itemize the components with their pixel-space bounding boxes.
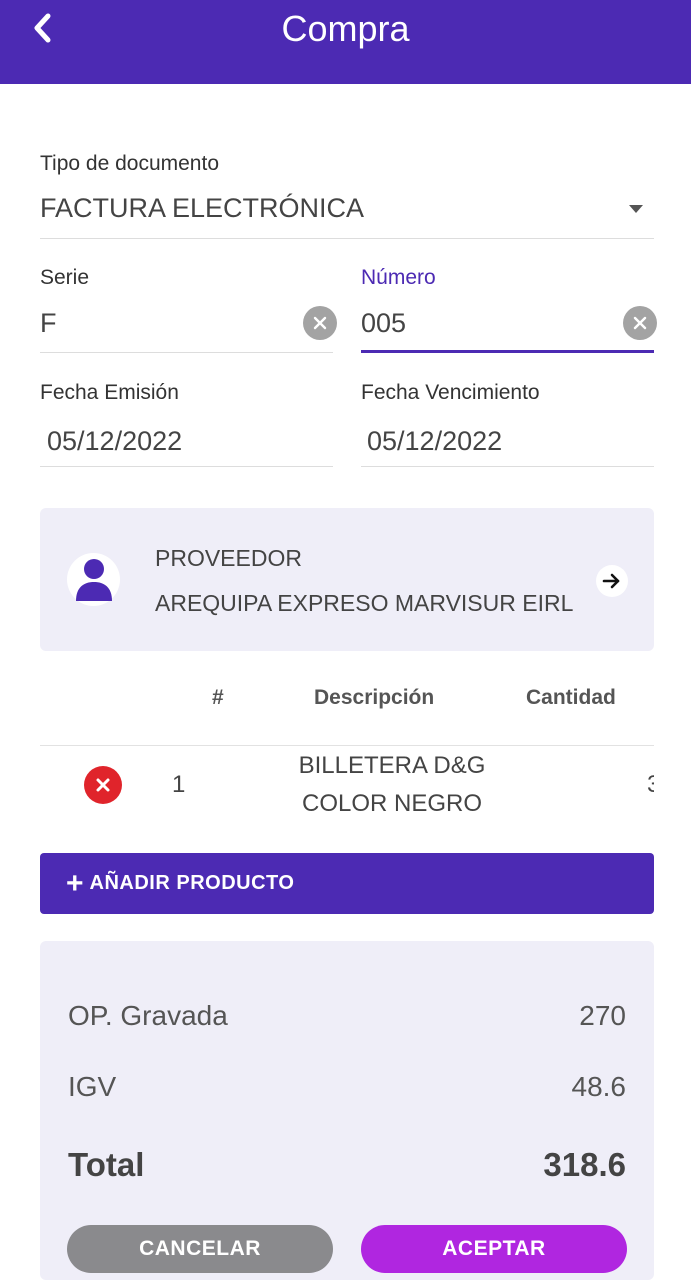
total-label: Total xyxy=(68,1146,145,1183)
page-title: Compra xyxy=(281,8,410,49)
op-gravada-value: 270 xyxy=(579,1000,626,1031)
numero-underline xyxy=(361,350,654,353)
igv-label: IGV xyxy=(68,1071,117,1102)
column-header-quantity: Cantidad xyxy=(526,686,616,709)
cancel-button[interactable]: CANCELAR xyxy=(67,1225,333,1273)
add-product-label: AÑADIR PRODUCTO xyxy=(89,872,295,894)
column-header-number: # xyxy=(212,686,224,709)
close-icon xyxy=(313,316,327,330)
due-date-underline xyxy=(361,466,654,467)
numero-clear-button[interactable] xyxy=(623,306,657,340)
document-type-select[interactable]: FACTURA ELECTRÓNICA xyxy=(40,192,364,224)
serie-label: Serie xyxy=(40,266,90,289)
row-number: 1 xyxy=(172,771,186,798)
close-icon xyxy=(633,316,647,330)
op-gravada-label: OP. Gravada xyxy=(68,1000,228,1031)
row-description-line2: COLOR NEGRO xyxy=(301,790,483,817)
summary-card: OP. Gravada 270 IGV 48.6 Total 318.6 CAN… xyxy=(40,941,654,1280)
row-description-line1: BILLETERA D&G xyxy=(298,752,486,779)
provider-label: PROVEEDOR xyxy=(155,545,302,571)
provider-name: AREQUIPA EXPRESO MARVISUR EIRL xyxy=(155,590,574,616)
issue-date-underline xyxy=(40,466,333,467)
app-bar: Compra xyxy=(0,0,691,84)
document-type-label: Tipo de documento xyxy=(40,152,220,175)
serie-clear-button[interactable] xyxy=(303,306,337,340)
plus-icon: + xyxy=(66,866,84,900)
numero-input[interactable]: 005 xyxy=(361,307,406,339)
row-quantity: 3 xyxy=(647,771,654,798)
due-date-input[interactable]: 05/12/2022 xyxy=(367,425,502,457)
provider-card[interactable]: PROVEEDOR AREQUIPA EXPRESO MARVISUR EIRL xyxy=(40,508,654,651)
total-value: 318.6 xyxy=(543,1146,626,1183)
purchase-screen: Compra Tipo de documento FACTURA ELECTRÓ… xyxy=(0,0,691,1280)
column-header-description: Descripción xyxy=(314,686,435,709)
provider-select-button[interactable] xyxy=(596,565,628,597)
arrow-right-icon xyxy=(602,573,620,589)
numero-label: Número xyxy=(361,266,436,289)
igv-value: 48.6 xyxy=(571,1071,627,1102)
serie-input[interactable]: F xyxy=(40,307,57,339)
document-type-underline xyxy=(40,238,654,239)
delete-row-button[interactable] xyxy=(84,766,122,804)
issue-date-label: Fecha Emisión xyxy=(40,381,179,404)
close-icon xyxy=(96,778,110,792)
accept-button[interactable]: ACEPTAR xyxy=(361,1225,627,1273)
row-quantity-clip: 3 xyxy=(600,766,654,804)
table-divider xyxy=(40,745,654,746)
add-product-button[interactable]: + AÑADIR PRODUCTO xyxy=(40,853,654,914)
dropdown-caret-icon[interactable] xyxy=(629,205,643,213)
serie-underline xyxy=(40,352,333,353)
issue-date-input[interactable]: 05/12/2022 xyxy=(47,425,182,457)
due-date-label: Fecha Vencimiento xyxy=(361,381,540,404)
user-icon xyxy=(75,558,112,601)
avatar xyxy=(67,553,120,606)
